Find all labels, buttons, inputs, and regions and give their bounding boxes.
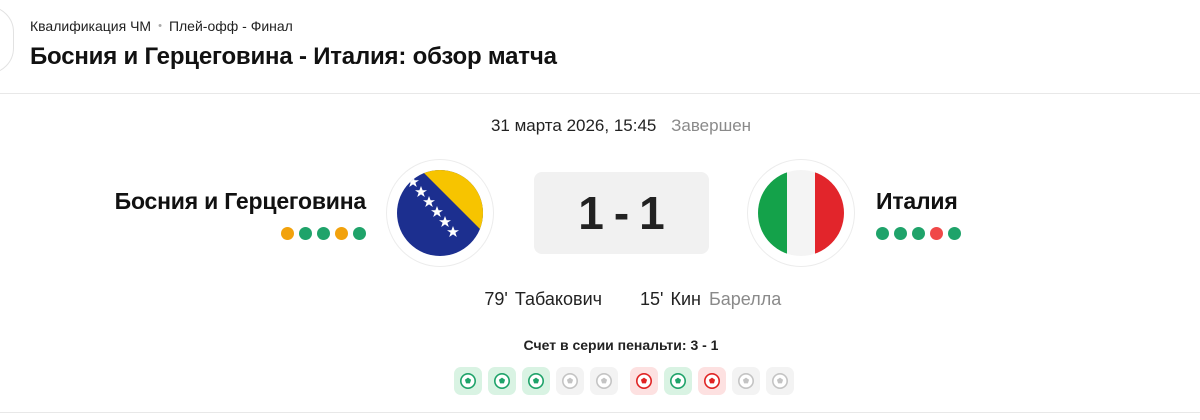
page-title: Босния и Герцеговина - Италия: обзор мат… <box>30 43 557 70</box>
match-score: 1 - 1 <box>534 172 709 254</box>
form-dot-win <box>353 227 366 240</box>
home-team-name[interactable]: Босния и Герцеговина <box>115 188 367 215</box>
home-team-crest[interactable] <box>386 159 494 267</box>
form-dot-win <box>299 227 312 240</box>
breadcrumb-item-stage[interactable]: Плей-офф - Финал <box>169 18 293 34</box>
site-logo[interactable] <box>0 6 14 74</box>
penalty-none-icon <box>556 367 584 395</box>
away-team-crest[interactable] <box>747 159 855 267</box>
home-score: 1 <box>578 187 604 239</box>
home-penalty-kicks <box>454 367 618 395</box>
penalty-scored-icon <box>488 367 516 395</box>
breadcrumb: Квалификация ЧМ • Плей-офф - Финал <box>30 16 557 36</box>
penalty-none-icon <box>766 367 794 395</box>
form-dot-draw <box>281 227 294 240</box>
home-goal-event: 79' Табакович <box>484 289 602 310</box>
form-dot-win <box>876 227 889 240</box>
bosnia-flag-icon <box>397 170 483 256</box>
home-team-form <box>115 227 366 240</box>
goal-scorer[interactable]: Табакович <box>515 289 602 309</box>
form-dot-win <box>948 227 961 240</box>
goal-scorer[interactable]: Кин <box>670 289 700 309</box>
goal-assist[interactable]: Барелла <box>709 289 781 309</box>
form-dot-loss <box>930 227 943 240</box>
away-goal-event: 15' Кин Барелла <box>640 289 781 310</box>
goal-minute: 15' <box>640 289 664 309</box>
section-divider <box>0 412 1200 413</box>
away-team-name[interactable]: Италия <box>876 188 961 215</box>
penalty-missed-icon <box>630 367 658 395</box>
home-team: Босния и Герцеговина <box>115 188 366 240</box>
penalty-scored-icon <box>522 367 550 395</box>
form-dot-win <box>894 227 907 240</box>
match-meta: 31 марта 2026, 15:45 Завершен <box>0 116 1200 136</box>
italy-flag-icon <box>758 170 844 256</box>
penalty-shootout-title: Счет в серии пенальти: 3 - 1 <box>523 337 719 353</box>
score-separator: - <box>613 187 630 239</box>
page-header: Квалификация ЧМ • Плей-офф - Финал Босни… <box>30 16 557 71</box>
match-status: Завершен <box>671 116 752 135</box>
breadcrumb-separator: • <box>158 20 162 32</box>
form-dot-win <box>317 227 330 240</box>
form-dot-win <box>912 227 925 240</box>
goal-minute: 79' <box>484 289 508 309</box>
penalty-none-icon <box>590 367 618 395</box>
form-dot-draw <box>335 227 348 240</box>
away-score: 1 <box>639 187 665 239</box>
penalty-missed-icon <box>698 367 726 395</box>
match-date: 31 марта 2026, 15:45 <box>490 116 657 135</box>
penalty-scored-icon <box>664 367 692 395</box>
away-penalty-kicks <box>630 367 794 395</box>
away-team: Италия <box>876 188 961 240</box>
penalty-scored-icon <box>454 367 482 395</box>
penalty-none-icon <box>732 367 760 395</box>
header-divider <box>0 93 1200 94</box>
away-team-form <box>876 227 961 240</box>
breadcrumb-item-qualification[interactable]: Квалификация ЧМ <box>30 18 151 34</box>
